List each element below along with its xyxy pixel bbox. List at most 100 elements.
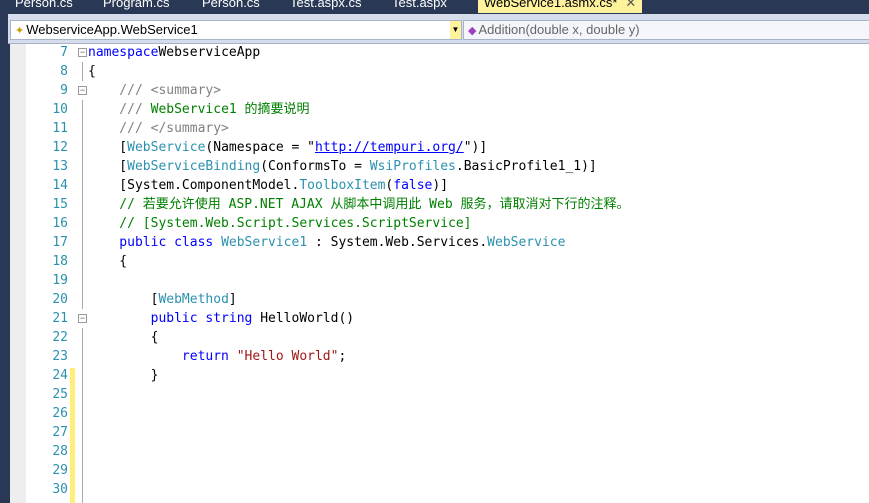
type-selector-value: WebserviceApp.WebService1	[26, 22, 198, 37]
code-editor[interactable]: 7 namespaceWebserviceApp 8 {9 /// <summary>…	[10, 44, 869, 503]
line-number: 19	[52, 273, 68, 288]
line-number: 30	[52, 482, 68, 497]
outline-guide	[82, 62, 83, 81]
tab-label: WebService1.asmx.cs*	[484, 0, 618, 10]
outline-guide	[82, 328, 83, 389]
collapse-toggle-icon[interactable]: −	[78, 48, 87, 57]
code-line[interactable]: public class WebService1 : System.Web.Se…	[88, 233, 565, 252]
line-number: 25	[52, 387, 68, 402]
code-token: (Namespace = "	[205, 140, 315, 155]
indicator-margin	[10, 44, 26, 503]
navigation-bar: ✦ WebserviceApp.WebService1 ▼ ◆ Addition(do…	[8, 14, 869, 44]
line-number: 24	[52, 368, 68, 383]
line-number: 27	[52, 425, 68, 440]
tab-label: Test.aspx.cs	[290, 0, 362, 10]
code-token: WebService1 的摘要说明	[150, 102, 310, 117]
line-number: 23	[52, 349, 68, 364]
line-number: 26	[52, 406, 68, 421]
code-line[interactable]: public string HelloWorld()	[88, 309, 355, 328]
code-token: public class	[88, 235, 222, 250]
code-line[interactable]: {	[88, 252, 127, 271]
code-token: }	[88, 368, 159, 383]
method-icon: ◆	[468, 25, 477, 37]
code-line[interactable]: /// </summary>	[88, 119, 229, 138]
tab-4[interactable]: Test.aspx	[392, 0, 447, 13]
code-token: // 若要允许使用 ASP.NET AJAX 从脚本中调用此 Web 服务，请取…	[88, 197, 630, 212]
code-token: /// </summary>	[88, 121, 229, 136]
code-token: http://tempuri.org/	[315, 140, 464, 155]
code-line[interactable]: /// WebService1 的摘要说明	[88, 100, 310, 119]
close-tab-icon[interactable]: ✕	[625, 0, 636, 10]
line-number: 20	[52, 292, 68, 307]
tab-2[interactable]: Person.cs	[202, 0, 260, 13]
code-token: /// <summary>	[88, 83, 222, 98]
code-token: WebServiceBinding	[127, 159, 261, 174]
code-token: ToolboxItem	[299, 178, 386, 193]
code-token: (ConformsTo =	[260, 159, 370, 174]
code-token: )]	[432, 178, 449, 193]
code-token: ")]	[463, 140, 488, 155]
code-token: {	[88, 330, 159, 345]
code-token: WebService1	[221, 235, 308, 250]
tab-label: Person.cs	[202, 0, 260, 10]
code-line[interactable]: // 若要允许使用 ASP.NET AJAX 从脚本中调用此 Web 服务，请取…	[88, 195, 630, 214]
tab-0[interactable]: Person.cs	[15, 0, 73, 13]
tab-label: Program.cs	[103, 0, 170, 10]
tab-3[interactable]: Test.aspx.cs	[290, 0, 362, 13]
code-line[interactable]: {	[88, 62, 96, 81]
line-number: 14	[52, 178, 68, 193]
code-token: ]	[228, 292, 237, 307]
code-token: {	[88, 64, 96, 79]
line-number: 11	[52, 121, 68, 136]
line-number: 7	[60, 45, 68, 60]
code-token: [	[88, 292, 159, 307]
line-number: 12	[52, 140, 68, 155]
line-number: 21	[52, 311, 68, 326]
line-number: 17	[52, 235, 68, 250]
chevron-down-icon[interactable]: ▼	[450, 21, 461, 39]
code-line[interactable]: [System.ComponentModel.ToolboxItem(false…	[88, 176, 448, 195]
line-number: 29	[52, 463, 68, 478]
member-selector-value: Addition(double x, double y)	[478, 22, 640, 37]
code-token: false	[393, 178, 433, 193]
code-token: ///	[88, 102, 151, 117]
line-number: 28	[52, 444, 68, 459]
code-token: public string	[88, 311, 261, 326]
code-line[interactable]: // [System.Web.Script.Services.ScriptSer…	[88, 214, 471, 233]
code-token: WebMethod	[158, 292, 229, 307]
collapse-toggle-icon[interactable]: −	[78, 86, 87, 95]
code-token: ;	[338, 349, 347, 364]
member-selector-dropdown[interactable]: ◆ Addition(double x, double y)	[463, 20, 869, 40]
outline-guide	[82, 100, 83, 309]
code-token: HelloWorld()	[260, 311, 355, 326]
tab-5[interactable]: WebService1.asmx.cs* ✕	[478, 0, 643, 13]
class-icon: ✦	[15, 25, 25, 37]
code-token: [	[88, 140, 128, 155]
code-line[interactable]: [WebService(Namespace = "http://tempuri.…	[88, 138, 487, 157]
code-line[interactable]: /// <summary>	[88, 81, 221, 100]
code-line[interactable]: {	[88, 328, 159, 347]
type-selector-dropdown[interactable]: ✦ WebserviceApp.WebService1 ▼	[10, 20, 462, 40]
tab-label: Person.cs	[15, 0, 73, 10]
line-number: 8	[60, 64, 68, 79]
code-line[interactable]: return "Hello World";	[88, 347, 346, 366]
line-number: 9	[60, 83, 68, 98]
code-token: "Hello World"	[236, 349, 339, 364]
collapse-toggle-icon[interactable]: −	[78, 314, 87, 323]
code-token: WsiProfiles	[369, 159, 456, 174]
line-number: 18	[52, 254, 68, 269]
tab-1[interactable]: Program.cs	[103, 0, 169, 13]
change-indicator-bar	[70, 368, 75, 503]
code-token: {	[88, 254, 128, 269]
code-line[interactable]: [WebMethod]	[88, 290, 237, 309]
code-token: .BasicProfile1_1)]	[455, 159, 597, 174]
code-line[interactable]: [WebServiceBinding(ConformsTo = WsiProfi…	[88, 157, 597, 176]
code-line[interactable]: }	[88, 366, 159, 385]
code-token: return	[88, 349, 237, 364]
code-line[interactable]: namespaceWebserviceApp	[88, 43, 260, 62]
code-token: namespace	[88, 45, 159, 60]
code-token: : System.Web.Services.	[307, 235, 488, 250]
code-token: WebService	[127, 140, 206, 155]
line-number: 22	[52, 330, 68, 345]
tab-label: Test.aspx	[392, 0, 447, 10]
